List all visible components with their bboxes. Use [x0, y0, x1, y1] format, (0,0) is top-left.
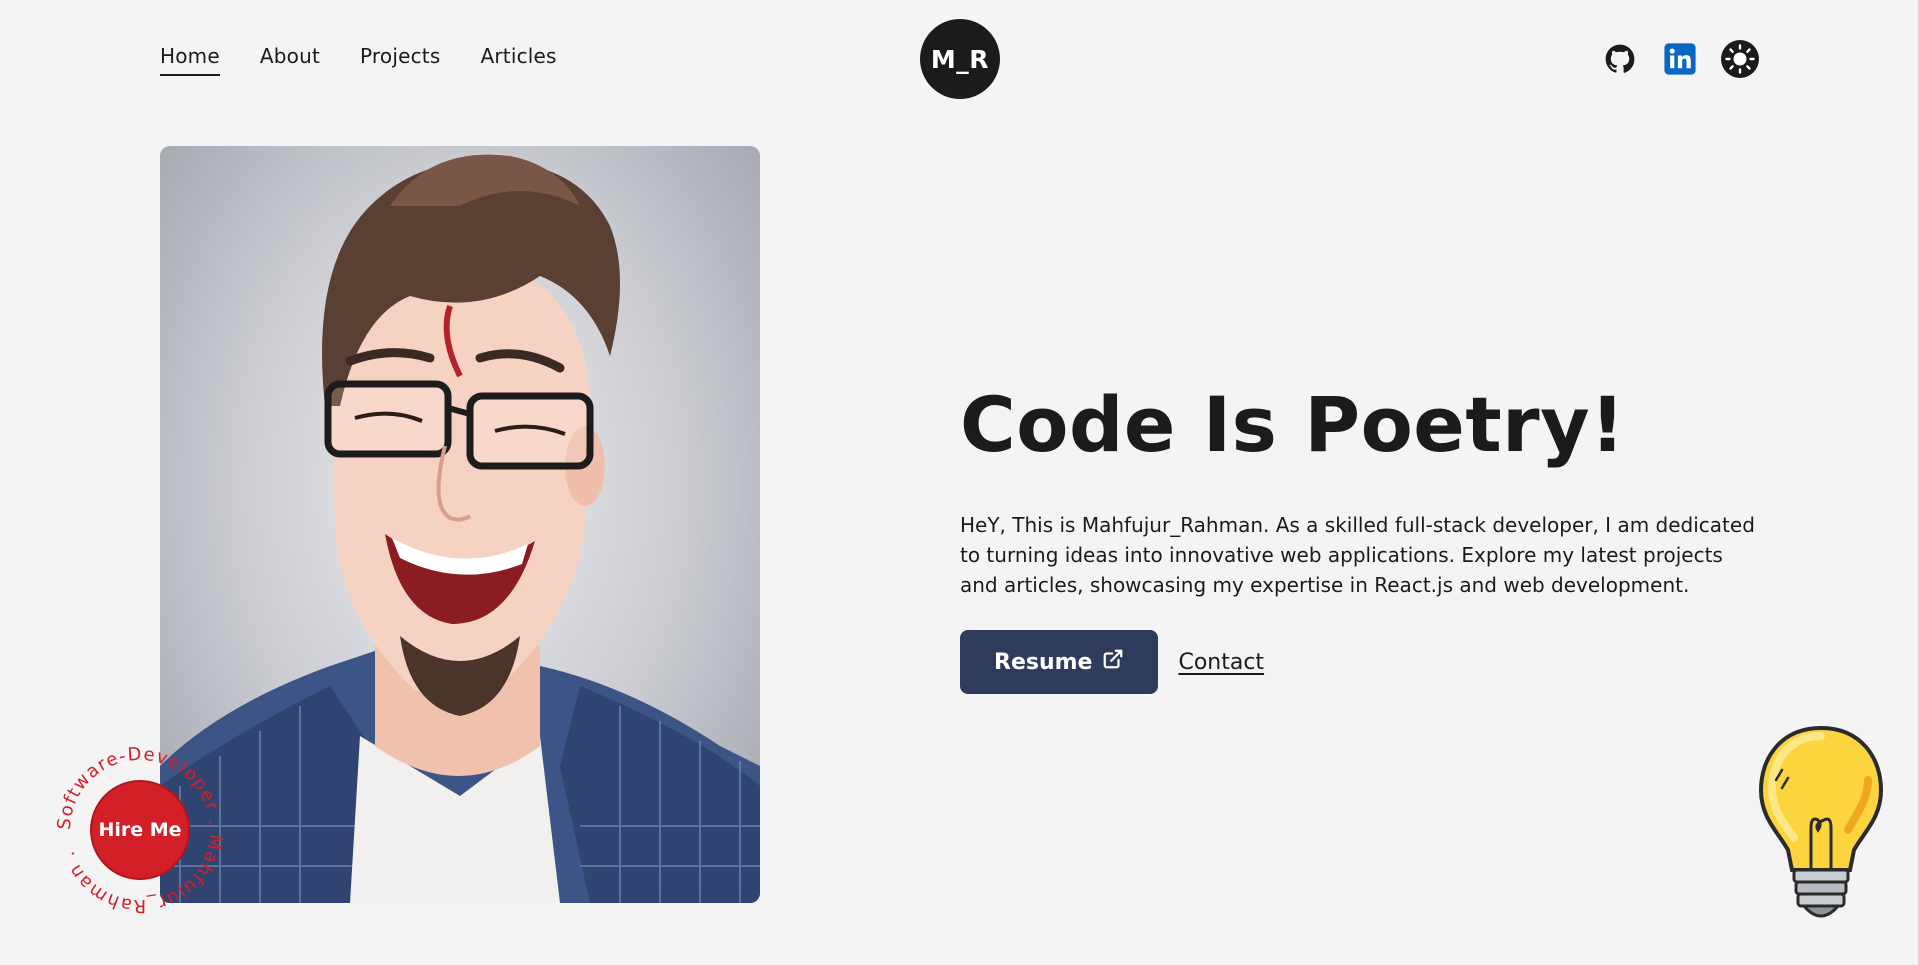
hero-section: Code Is Poetry! HeY, This is Mahfujur_Ra…: [960, 380, 1760, 694]
nav-link-articles[interactable]: Articles: [480, 44, 556, 68]
hero-actions: Resume Contact: [960, 630, 1760, 694]
social-links: [1600, 39, 1760, 79]
github-icon[interactable]: [1600, 39, 1640, 79]
nav-link-home[interactable]: Home: [160, 44, 220, 76]
linkedin-icon[interactable]: [1660, 39, 1700, 79]
hire-me-badge[interactable]: Software-Developer . Mahfujur_Rahman . H…: [55, 745, 225, 915]
resume-button[interactable]: Resume: [960, 630, 1159, 694]
resume-button-label: Resume: [994, 649, 1093, 675]
main-nav: Home About Projects Articles: [160, 44, 557, 76]
hire-me-button[interactable]: Hire Me: [90, 780, 190, 880]
nav-link-projects[interactable]: Projects: [360, 44, 440, 68]
hero-title: Code Is Poetry!: [960, 380, 1626, 469]
theme-toggle-sun-icon[interactable]: [1720, 39, 1760, 79]
nav-link-about[interactable]: About: [260, 44, 320, 68]
contact-link[interactable]: Contact: [1178, 650, 1264, 675]
site-logo[interactable]: M_R: [920, 19, 1000, 99]
hero-description: HeY, This is Mahfujur_Rahman. As a skill…: [960, 513, 1755, 597]
lightbulb-icon: [1756, 720, 1886, 932]
external-link-icon: [1102, 648, 1124, 676]
profile-portrait-image: [160, 146, 760, 903]
